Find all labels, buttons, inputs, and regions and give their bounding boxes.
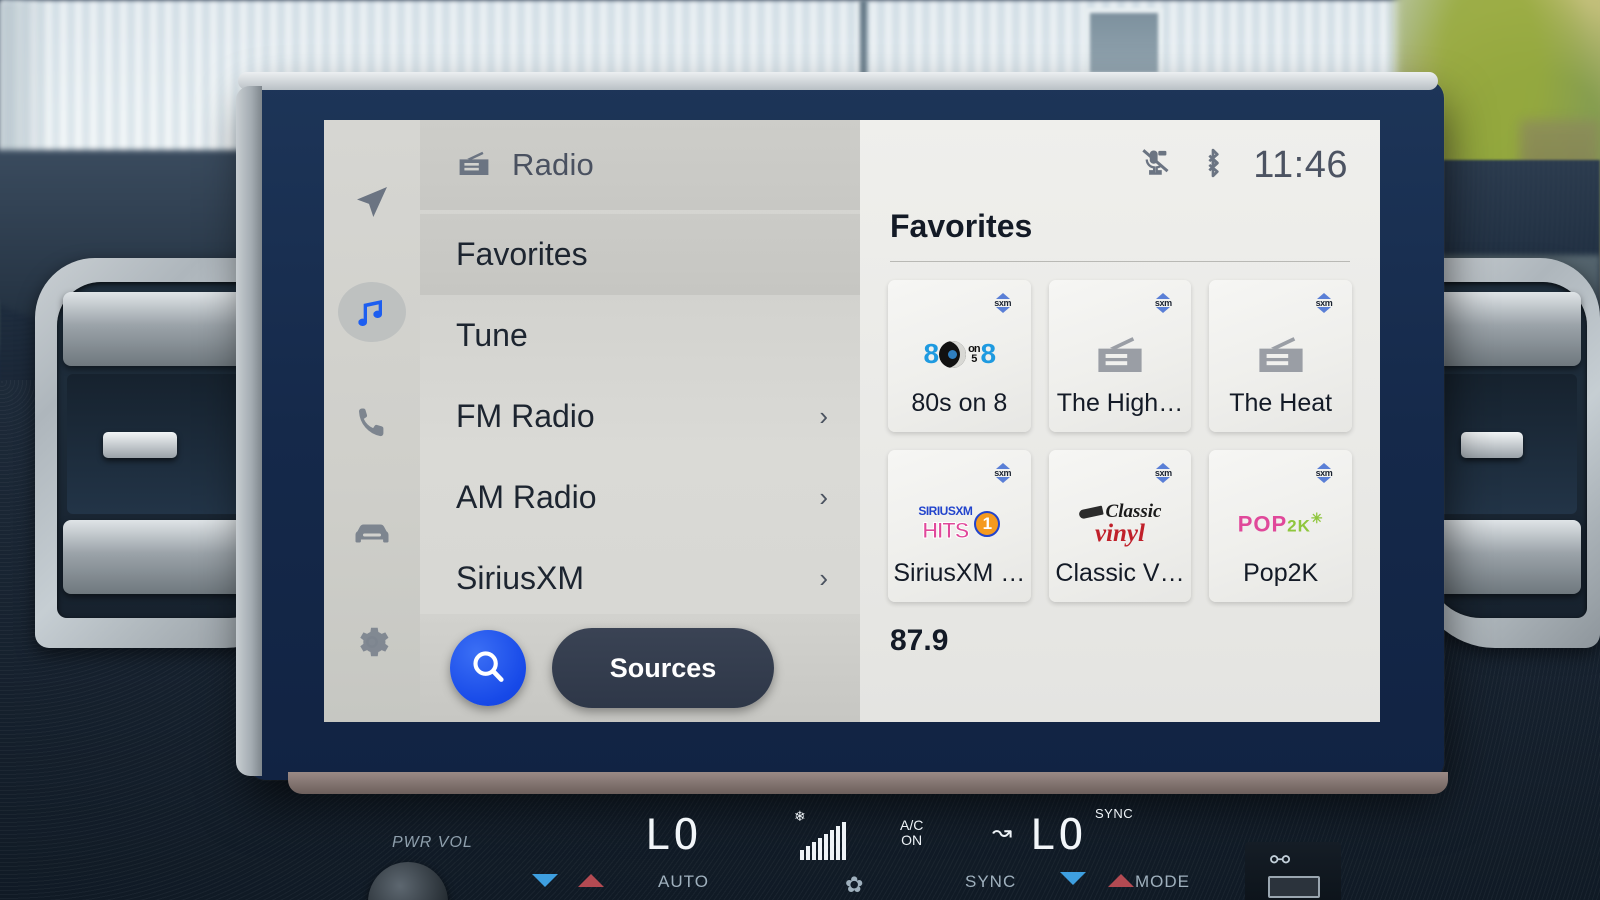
classic-vinyl-logo: Classic vinyl <box>1077 493 1161 555</box>
ac-status-indicator: A/C ON <box>900 817 924 848</box>
fan-icon[interactable]: ✿ <box>845 872 864 898</box>
page-title: Radio <box>512 147 594 182</box>
fan-speed-indicator <box>800 816 846 860</box>
current-frequency: 87.9 <box>890 624 949 657</box>
favorite-tile[interactable]: sxm The High… <box>1048 280 1192 432</box>
sidebar-item-vehicle[interactable] <box>338 502 406 562</box>
sxm-badge-icon: sxm <box>988 461 1018 485</box>
menu-item-fm-radio[interactable]: FM Radio › <box>420 376 860 457</box>
sxm-badge-icon: sxm <box>988 291 1018 315</box>
panel-header: Radio <box>420 120 860 210</box>
auto-button[interactable]: AUTO <box>658 872 709 892</box>
vent-direction-knob[interactable] <box>1461 432 1523 458</box>
favorite-label: 80s on 8 <box>911 389 1008 417</box>
bluetooth-icon <box>1201 147 1225 184</box>
favorite-label: Pop2K <box>1243 559 1319 587</box>
pop2k-logo: POP2K✳ <box>1237 510 1324 537</box>
radio-icon <box>456 148 492 183</box>
power-volume-label: PWR VOL <box>392 834 473 851</box>
status-bar: 11:46 <box>884 120 1356 210</box>
search-icon <box>469 647 507 690</box>
favorite-label: The High… <box>1056 389 1184 417</box>
infotainment-head-unit: Radio Favorites Tune FM Radio › AM Radio <box>236 72 1448 794</box>
sxm-badge-icon: sxm <box>1309 291 1339 315</box>
chevron-right-icon: › <box>819 563 828 593</box>
navigation-arrow-icon <box>352 182 392 222</box>
passenger-temp-down-button[interactable] <box>1060 872 1086 885</box>
passenger-temperature-display: LO <box>1030 810 1087 859</box>
menu-item-label: AM Radio <box>456 479 597 515</box>
menu-item-siriusxm[interactable]: SiriusXM › <box>420 538 860 619</box>
airflow-direction-icon: ↝ <box>992 819 1013 846</box>
usb-icon: ⚯ <box>1270 847 1291 874</box>
favorite-tile[interactable]: sxm 8 on 5 8 80s on 8 <box>888 280 1031 432</box>
driver-temp-down-button[interactable] <box>532 874 558 887</box>
vent-slat <box>1433 292 1581 366</box>
climate-control-panel: PWR VOL LO ❄ A/C ON ↝ LO SYNC AUTO ✿ SYN… <box>300 800 1300 900</box>
favorite-label: The Heat <box>1229 389 1333 417</box>
sxm-badge-icon: sxm <box>1148 291 1178 315</box>
head-unit-side-edge <box>236 86 262 776</box>
favorite-label: SiriusXM … <box>893 559 1026 587</box>
passenger-temp-up-button[interactable] <box>1108 874 1134 887</box>
vent-slat <box>1433 520 1581 594</box>
favorite-label: Classic V… <box>1055 559 1185 587</box>
driver-temperature-display: LO <box>645 810 702 859</box>
app-rail <box>324 120 420 722</box>
air-vent-right-inner <box>1427 282 1587 618</box>
sidebar-item-navigation[interactable] <box>338 172 406 232</box>
favorites-heading: Favorites <box>890 208 1033 244</box>
sidebar-item-media[interactable] <box>338 282 406 342</box>
favorites-panel: 11:46 Favorites sxm 8 on 5 8 80s on 8 sx… <box>860 120 1380 722</box>
favorite-tile[interactable]: sxm Classic vinyl Classic V… <box>1048 450 1192 602</box>
80s-on-8-logo: 8 on 5 8 <box>923 338 997 369</box>
menu-item-favorites[interactable]: Favorites <box>420 214 860 295</box>
action-bar: Sources <box>420 614 860 722</box>
menu-item-label: SiriusXM <box>456 560 585 596</box>
clock: 11:46 <box>1253 143 1348 186</box>
chevron-right-icon: › <box>819 401 828 431</box>
menu-item-label: Favorites <box>456 236 588 272</box>
sidebar-item-phone[interactable] <box>338 392 406 452</box>
sync-indicator: SYNC <box>1095 806 1134 821</box>
generic-radio-icon <box>1254 323 1308 385</box>
usb-slot[interactable] <box>1268 876 1320 898</box>
head-unit-top-edge <box>238 72 1438 90</box>
favorites-grid: sxm 8 on 5 8 80s on 8 sxm The High… sxm … <box>884 280 1356 602</box>
infotainment-screen: Radio Favorites Tune FM Radio › AM Radio <box>324 120 1380 722</box>
sxm-badge-icon: sxm <box>1148 461 1178 485</box>
radio-menu-list: Favorites Tune FM Radio › AM Radio › Sir… <box>420 210 860 619</box>
car-icon <box>351 511 393 553</box>
menu-item-label: FM Radio <box>456 398 595 434</box>
gear-icon <box>353 623 391 661</box>
favorite-tile[interactable]: sxm The Heat <box>1209 280 1352 432</box>
menu-item-am-radio[interactable]: AM Radio › <box>420 457 860 538</box>
radio-menu-column: Radio Favorites Tune FM Radio › AM Radio <box>420 120 860 722</box>
phone-icon <box>353 403 391 441</box>
power-volume-knob[interactable] <box>368 862 448 900</box>
menu-item-label: Tune <box>456 317 528 353</box>
music-note-icon <box>352 292 392 332</box>
vent-direction-knob[interactable] <box>103 432 177 458</box>
divider <box>890 261 1350 262</box>
favorite-tile[interactable]: sxm POP2K✳ Pop2K <box>1209 450 1352 602</box>
driver-temp-up-button[interactable] <box>578 874 604 887</box>
head-unit-bottom-trim <box>288 772 1448 794</box>
siriusxm-hits-1-logo: SIRIUSXM HITS 1 <box>918 493 1001 555</box>
chevron-right-icon: › <box>819 482 828 512</box>
sidebar-item-settings[interactable] <box>338 612 406 672</box>
microphone-muted-icon <box>1139 148 1173 183</box>
sxm-badge-icon: sxm <box>1309 461 1339 485</box>
favorite-tile[interactable]: sxm SIRIUSXM HITS 1 SiriusXM … <box>888 450 1031 602</box>
menu-item-tune[interactable]: Tune <box>420 295 860 376</box>
building-window <box>1085 8 1163 78</box>
search-button[interactable] <box>450 630 526 706</box>
generic-radio-icon <box>1093 323 1147 385</box>
mode-button[interactable]: MODE <box>1135 872 1190 892</box>
sources-button[interactable]: Sources <box>552 628 774 708</box>
sync-button[interactable]: SYNC <box>965 872 1016 892</box>
